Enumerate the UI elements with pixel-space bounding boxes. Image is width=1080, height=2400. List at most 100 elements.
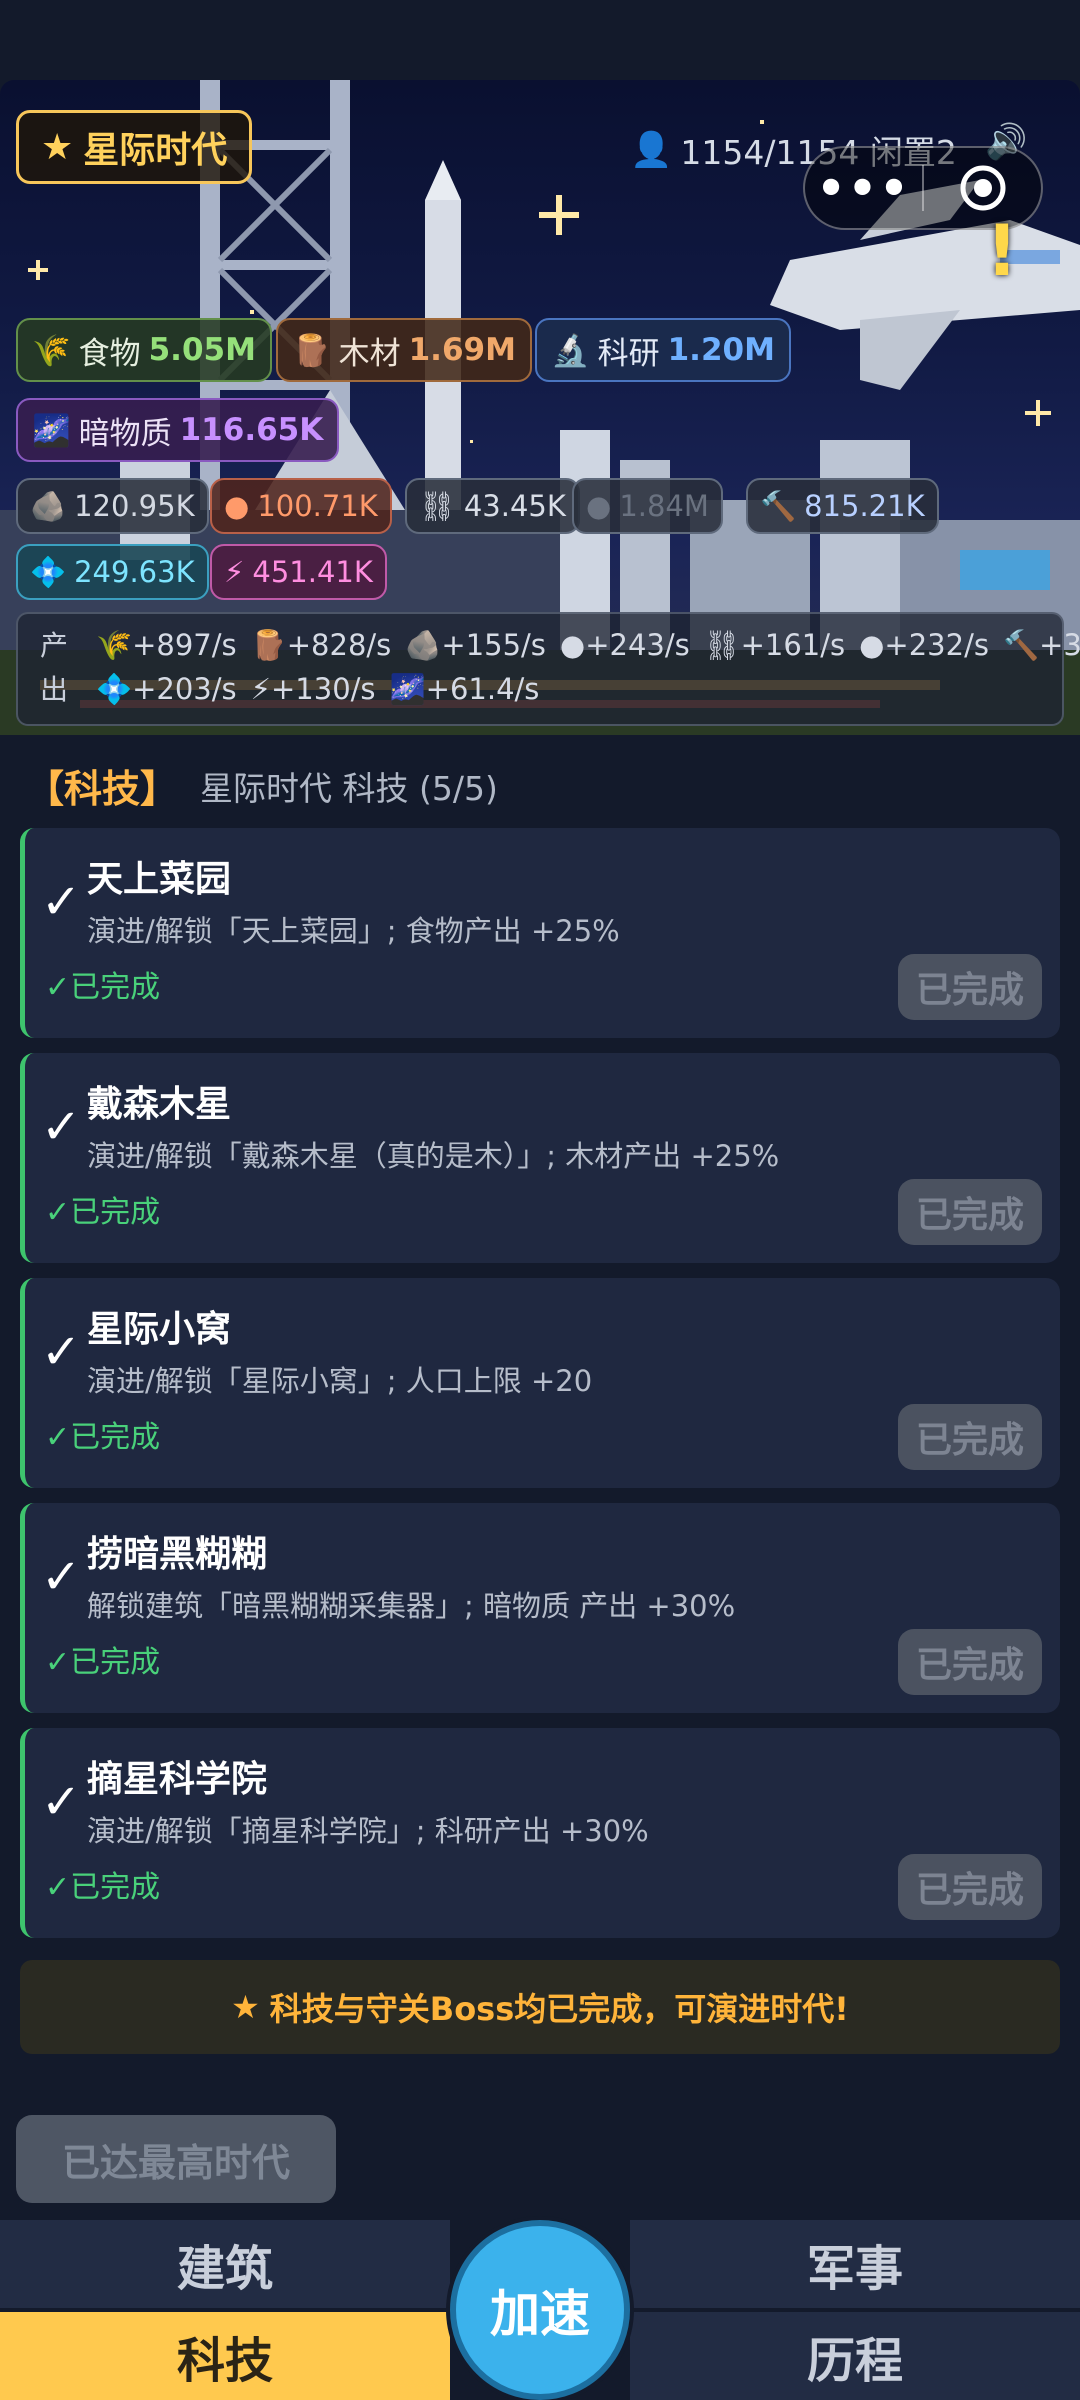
production-label: 产 出 [40,629,69,706]
production-row-2: 💠+203/s ⚡+130/s 🌌+61.4/s [96,672,539,707]
bottom-navigation: 建筑 军事 科技 历程 加速 [0,2220,1080,2400]
star-icon: ★ [231,1988,260,2026]
resource-crystal: 💠 249.63K [16,544,209,600]
tech-description: 演进/解锁「摘星科学院」; 科研产出 +30% [87,1814,649,1848]
crystal-icon: 💠 [30,554,67,589]
tech-status: ✓已完成 [45,1870,161,1905]
tab-military[interactable]: 军事 [630,2220,1080,2308]
rock-icon: 🪨 [30,488,67,523]
tech-card: ✓ 天上菜园 演进/解锁「天上菜园」; 食物产出 +25% ✓已完成 已完成 [20,828,1060,1038]
resource-power: ⚡ 451.41K [210,544,387,600]
resource-chain: ⛓ 43.45K [405,478,580,534]
resource-value: 451.41K [252,555,373,589]
resource-stone: 🪨 120.95K [16,478,209,534]
resource-label: 暗物质 [78,415,172,452]
completed-button[interactable]: 已完成 [898,1179,1042,1245]
tech-description: 演进/解锁「戴森木星（真的是木）」; 木材产出 +25% [87,1139,780,1173]
resource-coal: ● 1.84M [572,478,723,534]
tech-description: 演进/解锁「天上菜园」; 食物产出 +25% [87,914,620,948]
resource-science: 🔬 科研 1.20M [535,318,791,382]
resource-label: 科研 [597,335,660,372]
tech-card: ✓ 摘星科学院 演进/解锁「摘星科学院」; 科研产出 +30% ✓已完成 已完成 [20,1728,1060,1938]
production-row-1: 🌾+897/s 🪵+828/s 🪨+155/s ●+243/s ⛓+161/s … [96,628,1080,663]
production-rate: 🔨+355/s [1002,628,1080,662]
coal-icon: ● [586,489,612,523]
tab-build[interactable]: 建筑 [0,2220,450,2308]
era-title: 星际时代 [83,130,228,171]
copper-ore-icon: ● [224,489,250,523]
check-icon: ✓ [41,1099,82,1155]
tech-status: ✓已完成 [45,1645,161,1680]
production-rate: 🪵+828/s [250,628,392,662]
section-tag: 【科技】 [26,767,179,811]
wheat-icon: 🌾 [32,332,71,369]
chain-icon: ⛓ [419,488,456,523]
tech-name: 天上菜园 [87,859,232,900]
completed-button[interactable]: 已完成 [898,954,1042,1020]
star-icon: ★ [41,126,74,168]
completed-button[interactable]: 已完成 [898,1629,1042,1695]
tech-name: 星际小窝 [87,1309,232,1350]
era-badge[interactable]: ★ 星际时代 [16,110,253,184]
tech-status: ✓已完成 [45,970,161,1005]
max-era-button[interactable]: 已达最高时代 [16,2115,336,2203]
resource-value: 120.95K [74,489,195,523]
completed-button[interactable]: 已完成 [898,1854,1042,1920]
check-icon: ✓ [41,1774,82,1830]
tech-status: ✓已完成 [45,1195,161,1230]
production-rate: 🌾+897/s [96,628,237,662]
resource-value: 1.69M [408,332,516,368]
resource-value: 5.05M [148,332,256,368]
resource-wood: 🪵 木材 1.69M [276,318,532,382]
lightning-icon: ⚡ [224,555,245,589]
resource-food: 🌾 食物 5.05M [16,318,272,382]
resource-value: 43.45K [463,489,566,523]
check-icon: ✓ [41,874,82,930]
era-hero-banner: ★ 星际时代 👤 1154/1154 闲置2 🔊 ••• ! 🌾 食物 5.05… [0,80,1080,735]
resource-value: 1.84M [619,489,709,523]
galaxy-icon: 🌌 [32,412,71,449]
resource-copper: ● 100.71K [210,478,392,534]
completed-button[interactable]: 已完成 [898,1404,1042,1470]
notice-text: 科技与守关Boss均已完成，可演进时代! [269,1990,849,2028]
tab-tech[interactable]: 科技 [0,2312,450,2400]
production-rate: 🌌+61.4/s [389,672,540,706]
alert-icon[interactable]: ! [986,210,1018,292]
production-panel: 产 出 🌾+897/s 🪵+828/s 🪨+155/s ●+243/s ⛓+16… [16,612,1080,726]
tech-name: 捞暗黑糊糊 [87,1534,268,1575]
wood-icon: 🪵 [292,332,331,369]
era-advance-notice: ★ 科技与守关Boss均已完成，可演进时代! [20,1960,1060,2054]
check-icon: ✓ [41,1324,82,1380]
section-title: 星际时代 科技 (5/5) [200,768,498,808]
resource-value: 1.20M [667,332,775,368]
production-rate: ●+243/s [559,628,690,662]
resource-value: 249.63K [74,555,195,589]
production-rate: 💠+203/s [96,672,237,706]
tech-card: ✓ 星际小窝 演进/解锁「星际小窝」; 人口上限 +20 ✓已完成 已完成 [20,1278,1060,1488]
more-menu-icon[interactable]: ••• [805,165,922,211]
production-rate: 🪨+155/s [405,628,546,662]
hammer-icon: 🔨 [760,488,797,523]
tech-card: ✓ 戴森木星 演进/解锁「戴森木星（真的是木）」; 木材产出 +25% ✓已完成… [20,1053,1060,1263]
resource-dark-matter: 🌌 暗物质 116.65K [16,398,340,462]
tech-name: 戴森木星 [87,1084,232,1125]
tech-description: 解锁建筑「暗黑糊糊采集器」; 暗物质 产出 +30% [87,1589,736,1623]
resource-metal: 🔨 815.21K [746,478,939,534]
microscope-icon: 🔬 [551,332,590,369]
tech-description: 演进/解锁「星际小窝」; 人口上限 +20 [87,1364,593,1398]
person-icon: 👤 [630,130,673,170]
speed-up-button[interactable]: 加速 [450,2220,630,2400]
resource-label: 食物 [78,335,141,372]
tab-history[interactable]: 历程 [630,2312,1080,2400]
tech-status: ✓已完成 [45,1420,161,1455]
tech-card: ✓ 捞暗黑糊糊 解锁建筑「暗黑糊糊采集器」; 暗物质 产出 +30% ✓已完成 … [20,1503,1060,1713]
resource-value: 116.65K [179,412,324,448]
production-rate: ●+232/s [859,628,989,662]
production-rate: ⚡+130/s [250,672,376,706]
close-target-icon[interactable] [924,162,1041,214]
resource-value: 100.71K [257,489,378,523]
check-icon: ✓ [41,1549,82,1605]
tech-section-header: 【科技】 星际时代 科技 (5/5) [26,758,498,813]
resource-label: 木材 [338,335,401,372]
resource-value: 815.21K [804,489,925,523]
